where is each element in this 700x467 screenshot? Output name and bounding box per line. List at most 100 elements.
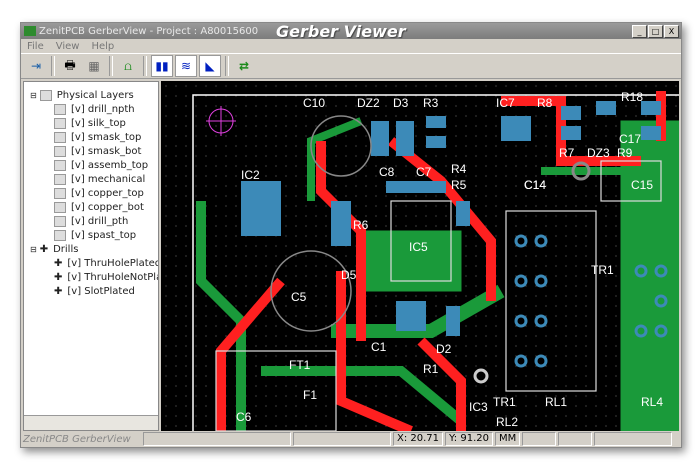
tree-item-label: [v] smask_top bbox=[71, 131, 142, 143]
layer-tree-panel: ⊟ Physical Layers [v] drill_npth [v] silk… bbox=[23, 81, 159, 431]
pcb-label: RL2 bbox=[496, 415, 518, 429]
pcb-drawing: C10 DZ2 D3 R3 IC7 R8 R18 IC2 C8 C7 R4 C14 R7 DZ3 R9 C15… bbox=[161, 81, 679, 431]
tree-item-label: [v] mechanical bbox=[71, 173, 146, 185]
tree-item-label: [v] drill_npth bbox=[71, 103, 135, 115]
pcb-label: D2 bbox=[436, 342, 452, 356]
tree-label: Drills bbox=[53, 243, 79, 255]
menu-view[interactable]: View bbox=[56, 41, 80, 52]
tree-item-label: [v] ThruHoleNotPlated bbox=[67, 271, 158, 283]
pcb-label: IC5 bbox=[409, 240, 428, 254]
tree-layer-item[interactable]: ✚ [v] SlotPlated bbox=[24, 284, 158, 298]
tree-layer-item[interactable]: [v] drill_npth bbox=[24, 102, 158, 116]
layer-icon bbox=[54, 103, 66, 115]
layer-icon bbox=[54, 173, 66, 185]
tree-layer-item[interactable]: ✚ [v] ThruHoleNotPlated bbox=[24, 270, 158, 284]
layer-icon bbox=[54, 201, 66, 213]
tree-label: Physical Layers bbox=[56, 89, 134, 101]
tree-layer-item[interactable]: [v] smask_bot bbox=[24, 144, 158, 158]
menu-help[interactable]: Help bbox=[91, 41, 114, 52]
tracks-icon[interactable]: ≋ bbox=[175, 55, 197, 77]
tree-item-label: [v] smask_bot bbox=[71, 145, 142, 157]
pcb-label: DZ2 bbox=[357, 96, 380, 110]
drill-icon: ✚ bbox=[54, 257, 63, 269]
print-icon[interactable]: 🖶 bbox=[59, 55, 81, 77]
pcb-label: F1 bbox=[303, 388, 317, 402]
layers-icon[interactable]: ⩍ bbox=[117, 55, 139, 77]
pcb-label: C17 bbox=[619, 132, 641, 146]
tree-item-label: [v] drill_pth bbox=[71, 215, 129, 227]
tree-item-label: [v] copper_bot bbox=[71, 201, 144, 213]
pcb-label: C1 bbox=[371, 340, 387, 354]
pcb-label: R18 bbox=[621, 90, 643, 104]
layer-icon bbox=[54, 229, 66, 241]
pcb-label: R8 bbox=[537, 96, 553, 110]
pcb-canvas[interactable]: C10 DZ2 D3 R3 IC7 R8 R18 IC2 C8 C7 R4 C14 R7 DZ3 R9 C15… bbox=[161, 81, 679, 431]
tree-physical-layers[interactable]: ⊟ Physical Layers bbox=[24, 88, 158, 102]
layer-icon bbox=[54, 159, 66, 171]
pcb-label: TR1 bbox=[591, 263, 614, 277]
pcb-label: R5 bbox=[451, 178, 467, 192]
tree-layer-item[interactable]: [v] drill_pth bbox=[24, 214, 158, 228]
pcb-label: R3 bbox=[423, 96, 439, 110]
pcb-label: R9 bbox=[617, 146, 633, 160]
tree-layer-item[interactable]: [v] silk_top bbox=[24, 116, 158, 130]
tree-layer-item[interactable]: [v] smask_top bbox=[24, 130, 158, 144]
menu-file[interactable]: File bbox=[27, 41, 44, 52]
tree-layer-item[interactable]: ✚ [v] ThruHolePlated bbox=[24, 256, 158, 270]
pcb-label: DZ3 bbox=[587, 146, 610, 160]
tree-layer-item[interactable]: [v] copper_top bbox=[24, 186, 158, 200]
pcb-label: IC2 bbox=[241, 168, 260, 182]
toolbar: ⇥ 🖶 ▦ ⩍ ▮▮ ≋ ◣ ⇄ bbox=[21, 53, 681, 79]
layer-icon bbox=[54, 187, 66, 199]
pcb-label: D5 bbox=[341, 268, 357, 282]
close-button[interactable]: X bbox=[664, 25, 679, 38]
maximize-button[interactable]: □ bbox=[648, 25, 663, 38]
grid-icon[interactable]: ▦ bbox=[83, 55, 105, 77]
pcb-label: D3 bbox=[393, 96, 409, 110]
tree-item-label: [v] ThruHolePlated bbox=[67, 257, 158, 269]
drill-icon: ✚ bbox=[54, 285, 63, 297]
tree-item-label: [v] assemb_top bbox=[71, 159, 149, 171]
tree-layer-item[interactable]: [v] copper_bot bbox=[24, 200, 158, 214]
menu-bar: File View Help bbox=[21, 39, 681, 53]
tree-layer-item[interactable]: [v] spast_top bbox=[24, 228, 158, 242]
layer-icon bbox=[54, 145, 66, 157]
status-bar: ZenitPCB GerberView X: 20.71 Y: 91.20 MM bbox=[21, 431, 681, 447]
layer-icon bbox=[54, 117, 66, 129]
app-icon bbox=[24, 26, 36, 36]
tree-drills[interactable]: ⊟ ✚ Drills bbox=[24, 242, 158, 256]
window-title: ZenitPCB GerberView - Project : A8001560… bbox=[39, 25, 259, 37]
pcb-label: C15 bbox=[631, 178, 653, 192]
pcb-label: C6 bbox=[236, 410, 252, 424]
layers-icon bbox=[39, 89, 52, 101]
tree-item-label: [v] spast_top bbox=[71, 229, 137, 241]
pcb-label: RL4 bbox=[641, 395, 663, 409]
app-window: ZenitPCB GerberView - Project : A8001560… bbox=[20, 22, 682, 448]
drill-icon: ✚ bbox=[54, 271, 63, 283]
status-app-name: ZenitPCB GerberView bbox=[23, 433, 131, 445]
pcb-label: R4 bbox=[451, 162, 467, 176]
pause-icon[interactable]: ▮▮ bbox=[151, 55, 173, 77]
exit-icon[interactable]: ⇥ bbox=[25, 55, 47, 77]
horizontal-scrollbar[interactable] bbox=[24, 415, 158, 430]
layer-icon bbox=[54, 131, 66, 143]
tree-item-label: [v] silk_top bbox=[71, 117, 126, 129]
status-y-coordinate: Y: 91.20 bbox=[445, 432, 493, 446]
pcb-label: C10 bbox=[303, 96, 325, 110]
drill-icon: ✚ bbox=[39, 243, 49, 255]
pcb-label: C8 bbox=[379, 165, 395, 179]
minimize-button[interactable]: _ bbox=[632, 25, 647, 38]
tree-layer-item[interactable]: [v] mechanical bbox=[24, 172, 158, 186]
pcb-label: IC7 bbox=[496, 96, 515, 110]
layer-icon bbox=[54, 215, 66, 227]
fill-icon[interactable]: ◣ bbox=[199, 55, 221, 77]
pcb-label: C7 bbox=[416, 165, 432, 179]
pcb-label: R7 bbox=[559, 146, 575, 160]
pcb-label: R1 bbox=[423, 362, 439, 376]
status-x-coordinate: X: 20.71 bbox=[393, 432, 444, 446]
pcb-label: IC3 bbox=[469, 400, 488, 414]
overlay-title: Gerber Viewer bbox=[276, 22, 406, 41]
swap-icon[interactable]: ⇄ bbox=[233, 55, 255, 77]
tree-layer-item[interactable]: [v] assemb_top bbox=[24, 158, 158, 172]
status-units: MM bbox=[495, 432, 521, 446]
